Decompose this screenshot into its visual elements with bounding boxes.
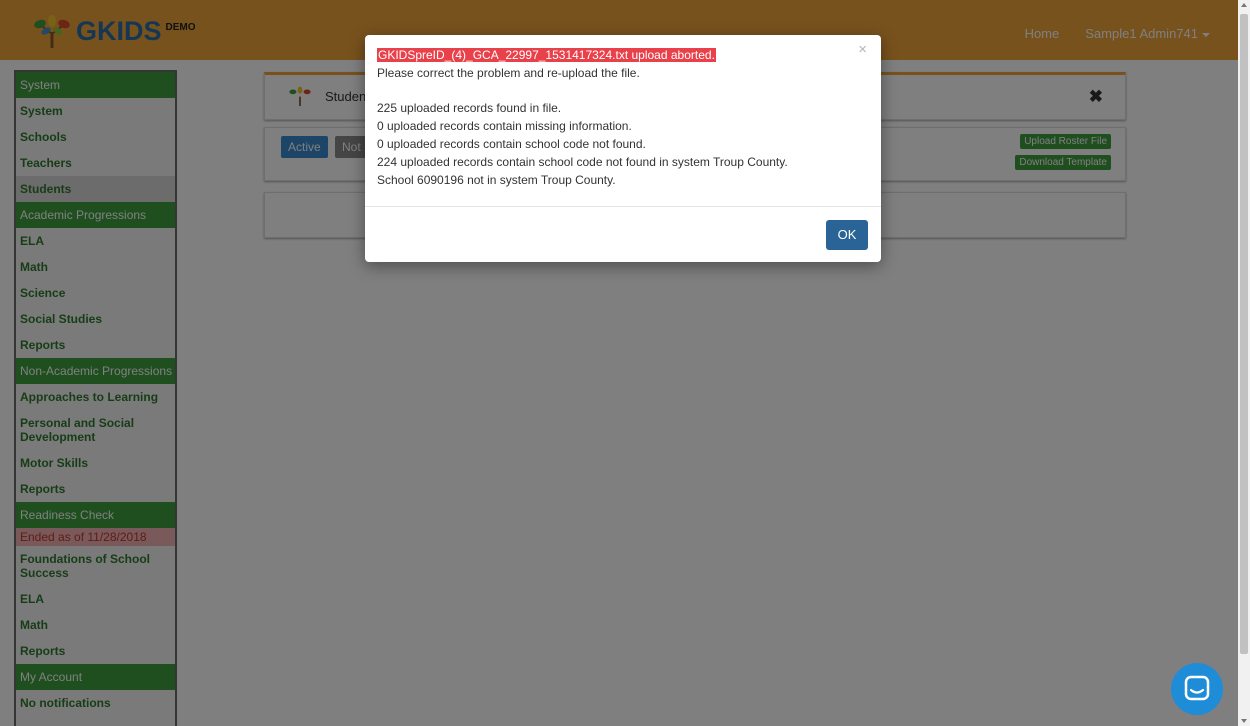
close-icon[interactable]: × — [858, 41, 867, 58]
dialog-message: Please correct the problem and re-upload… — [377, 65, 640, 80]
dialog-code-not-found: 0 uploaded records contain school code n… — [377, 136, 646, 151]
chat-icon — [1184, 675, 1210, 701]
ok-button[interactable]: OK — [826, 220, 868, 250]
scroll-up-icon[interactable] — [1241, 3, 1247, 7]
dialog-code-not-in-system: 224 uploaded records contain school code… — [377, 154, 788, 169]
dialog-title-line: GKIDSpreID_(4)_GCA_22997_1531417324.txt … — [377, 47, 869, 65]
dialog-missing-info: 0 uploaded records contain missing infor… — [377, 119, 632, 134]
scroll-thumb[interactable] — [1240, 14, 1248, 654]
dialog-records-found: 225 uploaded records found in file. — [377, 101, 562, 116]
chat-button[interactable] — [1171, 663, 1223, 715]
dialog-body: GKIDSpreID_(4)_GCA_22997_1531417324.txt … — [365, 35, 881, 189]
upload-error-dialog: × GKIDSpreID_(4)_GCA_22997_1531417324.tx… — [365, 35, 881, 262]
page-scrollbar[interactable] — [1238, 0, 1250, 726]
dialog-footer: OK — [365, 206, 881, 262]
dialog-title: GKIDSpreID_(4)_GCA_22997_1531417324.txt … — [377, 48, 716, 62]
dialog-school-not-in-system: School 6090196 not in system Troup Count… — [377, 172, 616, 187]
dialog-spacer — [377, 83, 869, 101]
scroll-down-icon[interactable] — [1241, 719, 1247, 723]
